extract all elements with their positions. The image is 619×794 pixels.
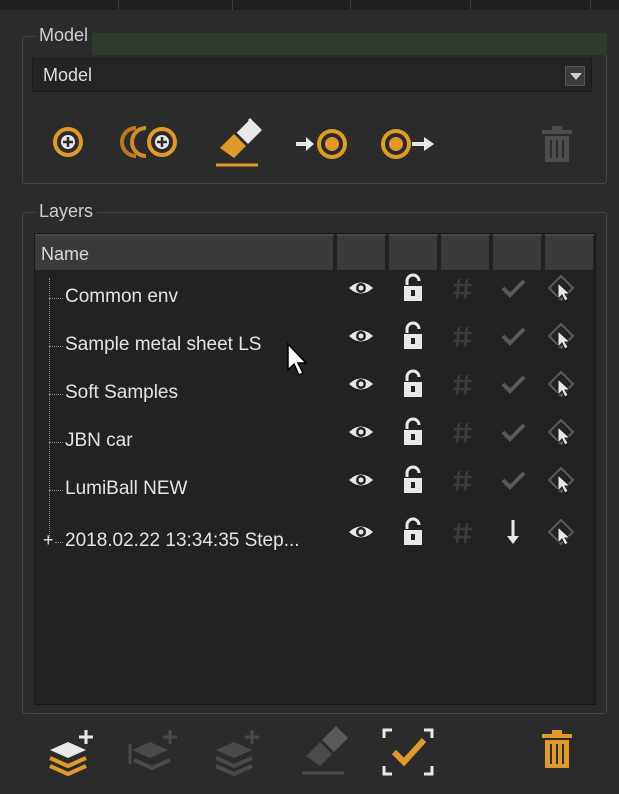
top-divider (118, 0, 119, 10)
layer-name: Soft Samples (65, 382, 178, 403)
arrow-down-icon[interactable] (498, 517, 528, 547)
model-group-title: Model (35, 25, 93, 45)
column-header-name[interactable]: Name (35, 234, 335, 270)
duplicate-model-icon (120, 126, 177, 158)
delete-layer-button[interactable] (540, 730, 574, 770)
add-sublayer-button[interactable] (128, 728, 184, 780)
layers-group-title: Layers (35, 201, 98, 221)
eye-icon[interactable] (346, 417, 376, 447)
unlock-icon[interactable] (398, 273, 428, 303)
add-layer-copy-icon (215, 730, 259, 777)
layer-name: Sample metal sheet LS (65, 334, 262, 355)
column-header-visibility[interactable] (337, 234, 387, 270)
chevron-down-icon[interactable] (565, 66, 585, 86)
tree-branch (49, 298, 63, 299)
add-model-icon (53, 127, 83, 157)
grid-icon[interactable] (448, 517, 478, 547)
select-cursor-icon[interactable] (546, 321, 576, 351)
check-icon[interactable] (498, 369, 528, 399)
trash-icon (542, 730, 572, 768)
check-icon[interactable] (498, 273, 528, 303)
add-layer-copy-button[interactable] (212, 728, 264, 780)
import-model-button[interactable] (294, 128, 354, 160)
model-select-value: Model (43, 65, 93, 85)
column-header-select[interactable] (545, 234, 595, 270)
trash-icon (542, 126, 572, 162)
unlock-icon[interactable] (398, 417, 428, 447)
export-model-button[interactable] (380, 128, 442, 160)
export-model-icon (381, 129, 434, 159)
eye-icon[interactable] (346, 369, 376, 399)
select-cursor-icon[interactable] (546, 417, 576, 447)
tree-branch (49, 442, 63, 443)
model-header-strip (92, 33, 607, 55)
eye-icon[interactable] (346, 517, 376, 547)
edit-model-button[interactable] (212, 118, 264, 170)
check-icon[interactable] (498, 417, 528, 447)
top-divider (350, 0, 351, 10)
select-check-icon (382, 728, 434, 776)
grid-icon[interactable] (448, 321, 478, 351)
edit-layer-button[interactable] (298, 726, 350, 778)
add-model-button[interactable] (52, 126, 84, 158)
model-select[interactable]: Model (32, 58, 592, 92)
top-divider (470, 0, 471, 10)
tree-branch (49, 394, 63, 395)
delete-model-button[interactable] (540, 126, 574, 164)
top-strip (0, 0, 619, 10)
top-divider (590, 0, 591, 10)
grid-icon[interactable] (448, 369, 478, 399)
layer-name: 2018.02.22 13:34:35 Step... (65, 530, 300, 551)
unlock-icon[interactable] (398, 517, 428, 547)
grid-icon[interactable] (448, 273, 478, 303)
layer-name: LumiBall NEW (65, 478, 188, 499)
column-header-grid[interactable] (441, 234, 491, 270)
add-layer-icon (49, 730, 93, 777)
unlock-icon[interactable] (398, 465, 428, 495)
mouse-cursor-icon (286, 342, 310, 378)
layer-name: JBN car (65, 430, 133, 451)
column-header-status[interactable] (493, 234, 543, 270)
select-cursor-icon[interactable] (546, 465, 576, 495)
eye-icon[interactable] (346, 465, 376, 495)
unlock-icon[interactable] (398, 369, 428, 399)
check-icon[interactable] (498, 321, 528, 351)
layer-name: Common env (65, 286, 178, 307)
edit-layer-icon (302, 726, 348, 775)
unlock-icon[interactable] (398, 321, 428, 351)
check-icon[interactable] (498, 465, 528, 495)
import-model-icon (296, 129, 347, 159)
grid-icon[interactable] (448, 465, 478, 495)
eye-icon[interactable] (346, 273, 376, 303)
eye-icon[interactable] (346, 321, 376, 351)
select-cursor-icon[interactable] (546, 273, 576, 303)
tree-branch (49, 490, 63, 491)
select-check-button[interactable] (380, 726, 436, 778)
add-sublayer-icon (128, 730, 177, 771)
add-layer-button[interactable] (46, 728, 98, 780)
edit-model-icon (216, 118, 262, 167)
select-cursor-icon[interactable] (546, 517, 576, 547)
tree-branch (55, 542, 63, 543)
grid-icon[interactable] (448, 417, 478, 447)
duplicate-model-button[interactable] (120, 124, 182, 160)
column-header-lock[interactable] (389, 234, 439, 270)
expand-toggle[interactable]: + (43, 530, 54, 551)
tree-branch (49, 346, 63, 347)
select-cursor-icon[interactable] (546, 369, 576, 399)
top-divider (232, 0, 233, 10)
